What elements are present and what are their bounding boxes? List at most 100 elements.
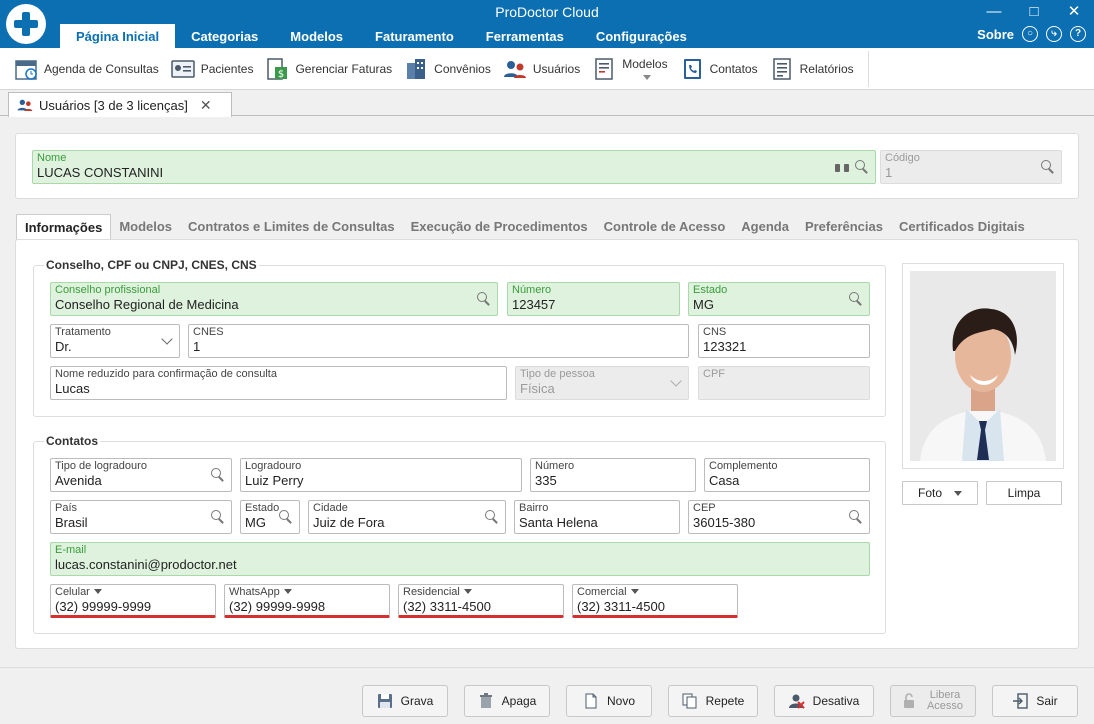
tab-controle-acesso[interactable]: Controle de Acesso	[596, 214, 734, 240]
cpf-field[interactable]: CPF	[698, 366, 870, 400]
action-bar: Grava Apaga Novo Repete Desativa Libera …	[0, 667, 1094, 724]
cns-field[interactable]: CNS 123321	[698, 324, 870, 358]
toolbar-modelos-button[interactable]: Modelos	[590, 49, 677, 89]
globe-icon[interactable]: ○	[1022, 26, 1038, 42]
menu-tab-categorias[interactable]: Categorias	[175, 24, 274, 48]
tratamento-select[interactable]: Tratamento Dr.	[50, 324, 180, 358]
toolbar-relatorios-button[interactable]: Relatórios	[768, 49, 864, 89]
tab-certificados[interactable]: Certificados Digitais	[891, 214, 1033, 240]
tab-preferencias[interactable]: Preferências	[797, 214, 891, 240]
cep-field[interactable]: CEP 36015-380	[688, 500, 870, 534]
estado-field[interactable]: Estado MG	[240, 500, 300, 534]
numero-field[interactable]: Número 335	[530, 458, 696, 492]
comercial-field[interactable]: Comercial (32) 3311-4500	[572, 584, 738, 618]
search-icon[interactable]	[1041, 160, 1055, 174]
grava-button[interactable]: Grava	[362, 685, 448, 717]
toolbar-contatos-button[interactable]: Contatos	[678, 49, 768, 89]
close-icon[interactable]: ✕	[1058, 2, 1090, 22]
libera-acesso-button[interactable]: Libera Acesso	[890, 685, 976, 717]
main-menu: Página Inicial Categorias Modelos Fatura…	[60, 24, 703, 48]
dropdown-arrow-icon[interactable]	[283, 589, 292, 594]
bairro-field[interactable]: Bairro Santa Helena	[514, 500, 680, 534]
toolbar-pacientes-button[interactable]: Pacientes	[169, 49, 264, 89]
app-title: ProDoctor Cloud	[495, 4, 599, 20]
menu-tab-ferramentas[interactable]: Ferramentas	[470, 24, 580, 48]
tab-agenda[interactable]: Agenda	[733, 214, 797, 240]
close-tab-icon[interactable]: ✕	[200, 97, 212, 114]
search-icon[interactable]	[849, 510, 863, 524]
tab-modelos[interactable]: Modelos	[111, 214, 180, 240]
binoculars-icon[interactable]	[835, 161, 849, 173]
code-field[interactable]: Código 1	[880, 150, 1062, 184]
deactivate-user-icon	[788, 694, 805, 709]
cnes-field[interactable]: CNES 1	[188, 324, 689, 358]
photo-frame[interactable]	[902, 263, 1064, 469]
dropdown-arrow-icon[interactable]	[630, 589, 639, 594]
residencial-field[interactable]: Residencial (32) 3311-4500	[398, 584, 564, 618]
logradouro-field[interactable]: Logradouro Luiz Perry	[240, 458, 522, 492]
conselho-numero-field[interactable]: Número 123457	[507, 282, 680, 316]
conselho-estado-field[interactable]: Estado MG	[688, 282, 870, 316]
desativa-button[interactable]: Desativa	[774, 685, 874, 717]
svg-text:$: $	[278, 69, 284, 80]
conselho-profissional-field[interactable]: Conselho profissional Conselho Regional …	[50, 282, 498, 316]
cidade-field[interactable]: Cidade Juiz de Fora	[308, 500, 506, 534]
apaga-button[interactable]: Apaga	[464, 685, 550, 717]
repete-button[interactable]: Repete	[668, 685, 758, 717]
foto-dropdown-button[interactable]: Foto	[902, 481, 978, 505]
exit-icon	[1013, 693, 1029, 709]
menu-tab-modelos[interactable]: Modelos	[274, 24, 359, 48]
title-bar: ProDoctor Cloud — □ ✕ Página Inicial Cat…	[0, 0, 1094, 48]
ribbon-toolbar: Agenda de Consultas Pacientes $ Gerencia…	[0, 48, 1094, 90]
doc-tab-usuarios[interactable]: Usuários [3 de 3 licenças] ✕	[8, 92, 232, 117]
name-field[interactable]: Nome LUCAS CONSTANINI	[32, 150, 876, 184]
search-icon[interactable]	[849, 292, 863, 306]
limpa-photo-button[interactable]: Limpa	[986, 481, 1062, 505]
maximize-icon[interactable]: □	[1018, 2, 1050, 22]
search-icon[interactable]	[211, 468, 225, 482]
minimize-icon[interactable]: —	[978, 2, 1010, 22]
dropdown-arrow-icon[interactable]	[93, 589, 102, 594]
toolbar-agenda-button[interactable]: Agenda de Consultas	[12, 49, 169, 89]
toolbar-usuarios-button[interactable]: Usuários	[501, 49, 590, 89]
tab-contratos[interactable]: Contratos e Limites de Consultas	[180, 214, 403, 240]
whatsapp-field[interactable]: WhatsApp (32) 99999-9998	[224, 584, 390, 618]
search-icon[interactable]	[855, 160, 869, 174]
celular-field[interactable]: Celular (32) 99999-9999	[50, 584, 216, 618]
chevron-down-icon	[161, 333, 173, 345]
pais-field[interactable]: País Brasil	[50, 500, 232, 534]
toolbar-convenios-button[interactable]: Convênios	[402, 49, 501, 89]
sair-button[interactable]: Sair	[992, 685, 1078, 717]
tipo-pessoa-select[interactable]: Tipo de pessoa Física	[515, 366, 689, 400]
tipo-logradouro-field[interactable]: Tipo de logradouro Avenida	[50, 458, 232, 492]
menu-tab-faturamento[interactable]: Faturamento	[359, 24, 470, 48]
invoice-icon: $	[267, 57, 288, 80]
novo-button[interactable]: Novo	[566, 685, 652, 717]
search-icon[interactable]	[279, 510, 293, 524]
main-content: Nome LUCAS CONSTANINI Código 1 Informaçõ…	[0, 117, 1094, 667]
help-icon[interactable]: ?	[1070, 26, 1086, 42]
about-link[interactable]: Sobre	[977, 27, 1014, 42]
tab-execucao[interactable]: Execução de Procedimentos	[403, 214, 596, 240]
search-icon[interactable]	[477, 292, 491, 306]
user-photo	[910, 271, 1056, 461]
complemento-field[interactable]: Complemento Casa	[704, 458, 870, 492]
copy-icon	[682, 693, 697, 709]
users-icon	[503, 60, 526, 78]
toolbar-faturas-button[interactable]: $ Gerenciar Faturas	[263, 49, 402, 89]
calendar-icon	[15, 59, 37, 80]
email-field[interactable]: E-mail lucas.constanini@prodoctor.net	[50, 542, 870, 576]
dropdown-arrow-icon[interactable]	[463, 589, 472, 594]
conselho-group: Conselho, CPF ou CNPJ, CNES, CNS Conselh…	[33, 258, 886, 417]
user-header-panel: Nome LUCAS CONSTANINI Código 1	[15, 133, 1079, 199]
contatos-group: Contatos Tipo de logradouro Avenida Logr…	[33, 434, 886, 634]
support-icon[interactable]: ⤷	[1046, 26, 1062, 42]
menu-tab-configuracoes[interactable]: Configurações	[580, 24, 703, 48]
menu-tab-pagina-inicial[interactable]: Página Inicial	[60, 24, 176, 48]
nome-reduzido-field[interactable]: Nome reduzido para confirmação de consul…	[50, 366, 507, 400]
chevron-down-icon	[670, 375, 682, 387]
search-icon[interactable]	[211, 510, 225, 524]
search-icon[interactable]	[485, 510, 499, 524]
tab-informacoes[interactable]: Informações	[16, 214, 112, 240]
dropdown-arrow-icon	[954, 490, 962, 496]
